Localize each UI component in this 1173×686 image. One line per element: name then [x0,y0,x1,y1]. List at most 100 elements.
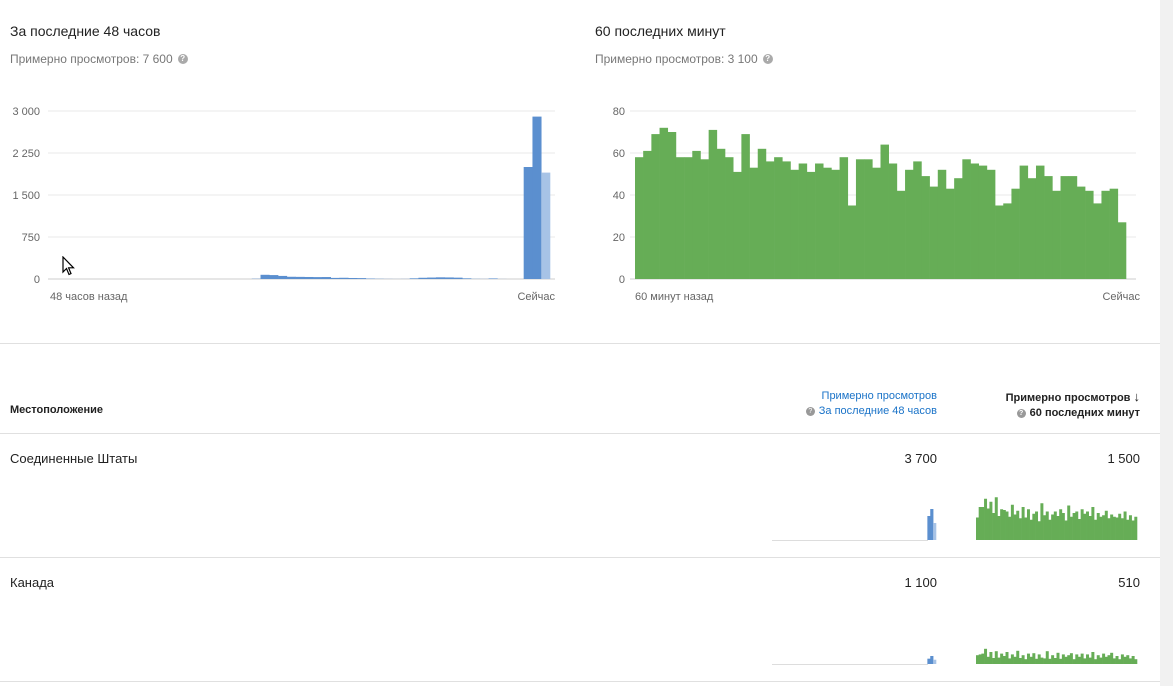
col-views-60m-header[interactable]: Примерно просмотров ↓ ? 60 последних мину… [1006,389,1140,421]
sparkline-bar [1016,510,1020,540]
sparkline-bar [1083,658,1087,664]
sparkline-bar [1026,509,1030,540]
sparkline-bar [1075,511,1079,540]
bar [774,157,783,279]
bar [896,190,906,279]
bar [962,159,971,279]
bar [978,165,988,279]
bar [1076,186,1086,279]
y-tick-label: 0 [619,274,625,286]
panel-48h-subtitle: Примерно просмотров: 7 600 ? [10,52,188,66]
bar [815,163,824,279]
y-tick-label: 750 [22,232,40,244]
y-tick-label: 2 250 [12,148,40,160]
bar [532,116,542,279]
help-icon[interactable]: ? [1016,409,1026,418]
help-icon[interactable]: ? [805,407,815,416]
x-label-end: Сейчас [517,291,555,303]
row-location-name: Канада [10,575,55,590]
sparkline-bar [1021,655,1025,664]
sparkline-bar [1056,516,1060,540]
bar [839,157,849,279]
sparkline-bar [1032,513,1036,540]
scrollbar-track[interactable] [1160,0,1173,686]
sparkline-bar [1021,507,1025,540]
sparkline-bar [1016,650,1020,664]
sparkline-bar [1086,511,1089,540]
sparkline-bar [1120,654,1124,664]
sparkline-bar [1037,521,1041,540]
sparkline-bar [1067,655,1071,664]
sparkline-bar [1013,514,1017,540]
row-views-60m: 1 500 [1107,451,1140,466]
bar [929,186,939,279]
bar [864,159,873,279]
row-views-60m: 510 [1118,575,1140,590]
sparkline-bar [1064,656,1068,664]
bar [348,277,358,279]
bar [970,163,979,279]
sparkline-bar [1115,656,1119,664]
bar [635,157,644,279]
sparkline-bar [984,498,988,540]
sparkline-bar [1104,656,1108,664]
location-header[interactable]: Местоположение [10,404,103,416]
sparkline-bar [1051,655,1055,664]
sparkline-bar [1080,653,1084,664]
bar [888,163,898,279]
help-icon[interactable]: ? [177,54,188,64]
sparkline-bar [1104,510,1108,540]
bar [1101,190,1110,279]
sparkline-bar [994,651,998,664]
panel-60m-subtitle: Примерно просмотров: 3 100 ? [595,52,773,66]
row-sparkline-48h [772,656,937,665]
sparkline-bar [981,507,985,540]
sparkline-bar [989,652,993,664]
sparkline-bar [930,509,934,540]
sparkline-bar [986,508,990,540]
y-tick-label: 1 500 [12,190,40,202]
sparkline-bar [1110,652,1114,664]
bar [700,159,709,279]
bar [321,277,332,279]
sparkline-bar [1037,654,1041,664]
sparkline-bar [1080,509,1084,540]
bar [782,161,791,279]
bar [1011,188,1020,279]
bar [427,277,437,279]
sparkline-bar [1115,517,1119,540]
panel-60m-title: 60 последних минут [595,23,726,39]
sparkline-bar [976,517,979,540]
bar [708,129,718,279]
row-location-name: Соединенные Штаты [10,451,138,466]
sparkline-bar [1029,656,1033,664]
col-views-48h-line2: За последние 48 часов [818,405,937,417]
sparkline-bar [1096,513,1100,540]
bar [541,172,551,279]
bar [798,163,808,279]
bar [945,188,955,279]
sparkline-bar [1000,653,1004,664]
col-views-48h-header[interactable]: Примерно просмотров ? За последние 48 час… [805,389,937,419]
bar [260,274,270,279]
bar [921,176,930,279]
sparkline-bar [1043,515,1047,540]
bar [872,167,881,279]
sparkline-bar [933,659,937,664]
sparkline-bar [1045,511,1049,540]
bar [418,277,428,279]
bar [444,277,454,279]
bar [313,277,323,279]
bar [905,169,914,279]
sparkline-bar [1064,520,1068,540]
sparkline-bar [1134,659,1138,664]
sparkline-bar [1088,657,1092,664]
help-icon[interactable]: ? [762,54,773,64]
divider [0,681,1160,682]
bar [823,167,832,279]
sparkline-bar [1002,510,1006,540]
bar [1085,190,1094,279]
sparkline-bar [1131,520,1135,540]
sparkline-bar [1126,519,1130,540]
sparkline-bar [1051,514,1055,540]
